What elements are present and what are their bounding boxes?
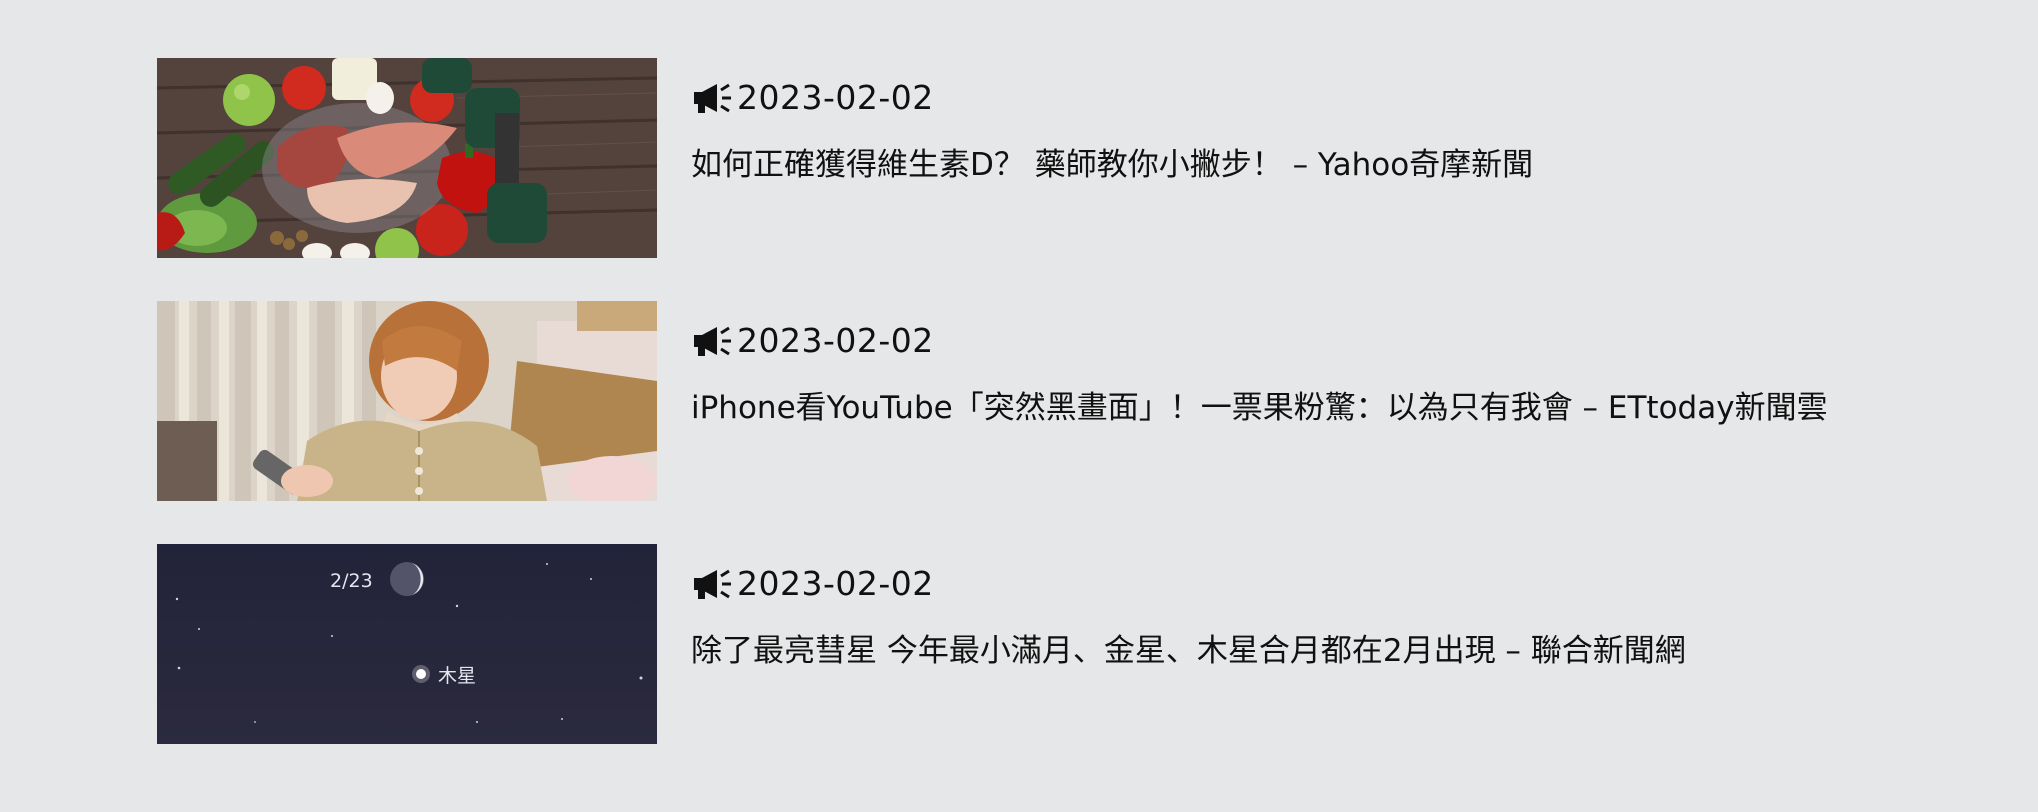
date-row: 2023-02-02	[691, 564, 1686, 604]
food-photo-icon	[157, 58, 657, 258]
news-date: 2023-02-02	[737, 564, 934, 603]
planet-label: 木星	[438, 665, 476, 687]
date-row: 2023-02-02	[691, 321, 1828, 361]
megaphone-icon	[694, 569, 731, 599]
person-phone-photo-icon	[157, 301, 657, 501]
news-meta: 2023-02-02 如何正確獲得維生素D？ 藥師教你小撇步！ – Yahoo奇…	[691, 58, 1533, 185]
news-meta: 2023-02-02 iPhone看YouTube「突然黑畫面」！一票果粉驚：以…	[691, 301, 1828, 428]
news-list: 2023-02-02 如何正確獲得維生素D？ 藥師教你小撇步！ – Yahoo奇…	[157, 58, 2017, 787]
list-item[interactable]: 2023-02-02 如何正確獲得維生素D？ 藥師教你小撇步！ – Yahoo奇…	[157, 58, 2017, 258]
night-sky-photo-icon: 2/23 木星	[157, 544, 657, 744]
megaphone-icon	[694, 83, 731, 113]
news-title-link[interactable]: iPhone看YouTube「突然黑畫面」！一票果粉驚：以為只有我會 – ETt…	[691, 388, 1828, 428]
list-item[interactable]: 2023-02-02 iPhone看YouTube「突然黑畫面」！一票果粉驚：以…	[157, 301, 2017, 501]
news-meta: 2023-02-02 除了最亮彗星 今年最小滿月、金星、木星合月都在2月出現 –…	[691, 544, 1686, 671]
moon-date-label: 2/23	[330, 570, 373, 592]
news-title-link[interactable]: 如何正確獲得維生素D？ 藥師教你小撇步！ – Yahoo奇摩新聞	[691, 145, 1533, 185]
date-row: 2023-02-02	[691, 78, 1533, 118]
news-date: 2023-02-02	[737, 321, 934, 360]
news-thumbnail[interactable]	[157, 301, 657, 501]
news-thumbnail[interactable]: 2/23 木星	[157, 544, 657, 744]
megaphone-icon	[694, 326, 731, 356]
news-date: 2023-02-02	[737, 78, 934, 117]
news-title-link[interactable]: 除了最亮彗星 今年最小滿月、金星、木星合月都在2月出現 – 聯合新聞網	[691, 631, 1686, 671]
list-item[interactable]: 2/23 木星 2023-02-02 除了最亮彗星 今年最小滿月、金星、木星合月…	[157, 544, 2017, 744]
news-thumbnail[interactable]	[157, 58, 657, 258]
